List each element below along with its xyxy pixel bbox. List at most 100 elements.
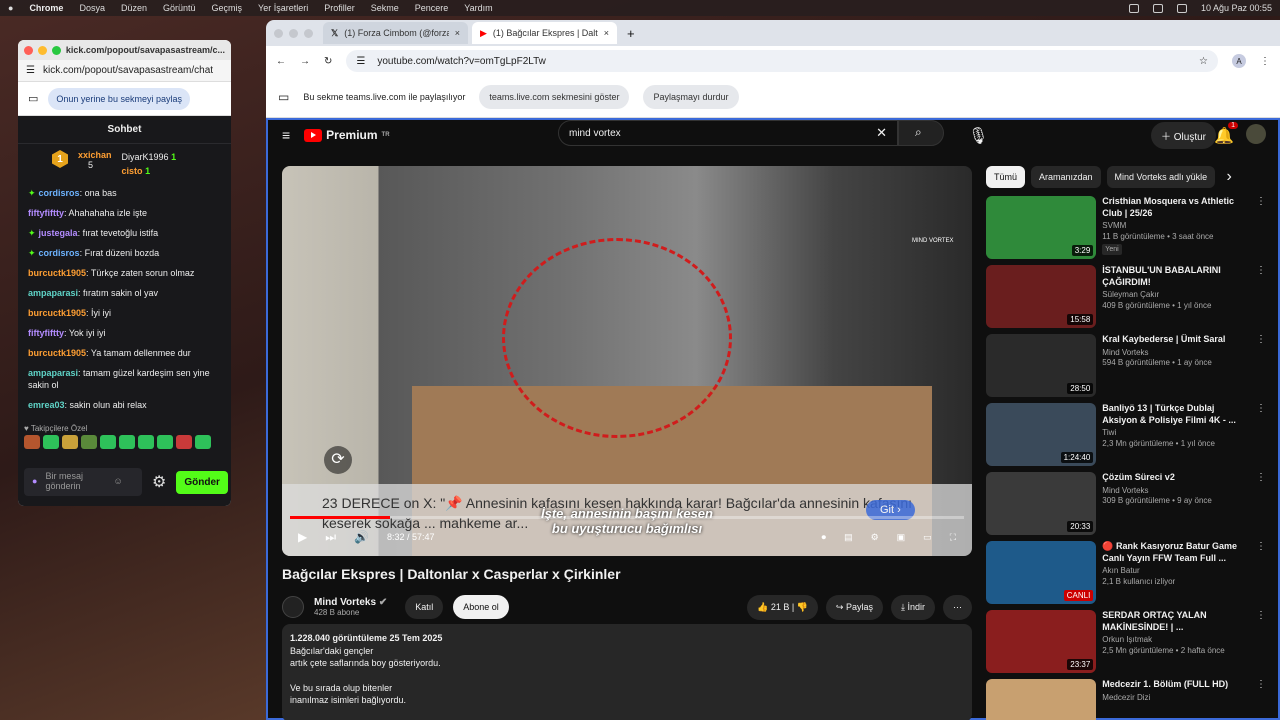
- play-icon[interactable]: ▶: [298, 530, 307, 544]
- menu-bookmarks[interactable]: Yer İşaretleri: [258, 3, 308, 13]
- leader-user2[interactable]: DiyarK1996: [122, 152, 169, 162]
- chat-username[interactable]: justegala: [39, 228, 78, 238]
- channel-name[interactable]: Mind Vorteks ✔: [314, 597, 387, 608]
- description-box[interactable]: 1.228.040 görüntüleme 25 Tem 2025 Bağcıl…: [282, 624, 972, 720]
- recommendation-channel[interactable]: Tiwi: [1102, 428, 1250, 438]
- menu-app-name[interactable]: Chrome: [29, 3, 63, 13]
- video-player[interactable]: MIND VORTEX ⟳ 23 DERECE on X: "📌 Annesin…: [282, 166, 972, 556]
- join-button[interactable]: Katıl: [405, 595, 444, 619]
- recommendation-channel[interactable]: SVMM: [1102, 221, 1250, 231]
- recommendation-item[interactable]: 23:37 SERDAR ORTAÇ YALAN MAKİNESİNDE! | …: [986, 610, 1266, 675]
- chat-username[interactable]: burcuctk1905: [28, 348, 86, 358]
- more-options-icon[interactable]: ⋮: [1256, 196, 1266, 261]
- hamburger-icon[interactable]: ≡: [282, 127, 290, 143]
- chat-settings-icon[interactable]: ⚙: [152, 472, 166, 492]
- wifi-icon[interactable]: [1152, 3, 1163, 13]
- menu-profiles[interactable]: Profiller: [324, 3, 355, 13]
- recommendation-item[interactable]: 15:58 İSTANBUL'UN BABALARINI ÇAĞIRDIM! Sü…: [986, 265, 1266, 330]
- download-button[interactable]: ⤓ İndir: [890, 594, 935, 620]
- chat-username[interactable]: ampaparasi: [28, 368, 78, 378]
- menu-history[interactable]: Geçmiş: [212, 3, 243, 13]
- share-button[interactable]: ↪ Paylaş: [825, 594, 883, 620]
- chip-from-search[interactable]: Aramanızdan: [1031, 166, 1101, 188]
- emote-icon[interactable]: [100, 434, 116, 449]
- settings-icon[interactable]: ⚙: [871, 532, 879, 543]
- video-thumbnail[interactable]: 1:24:40: [986, 403, 1097, 466]
- subtitles-icon[interactable]: ▤: [844, 532, 853, 543]
- site-settings-icon[interactable]: ☰: [26, 65, 35, 76]
- chat-username[interactable]: burcuctk1905: [28, 268, 86, 278]
- new-tab-icon[interactable]: +: [627, 26, 635, 41]
- tab-youtube[interactable]: ▶ (1) Bağcılar Ekspres | Dalt... ×: [472, 22, 617, 44]
- chat-username[interactable]: emrea03: [28, 400, 65, 410]
- emote-icon[interactable]: [157, 434, 173, 449]
- bookmark-star-icon[interactable]: ☆: [1199, 56, 1208, 67]
- account-avatar[interactable]: [1246, 124, 1266, 144]
- chat-username[interactable]: cordisros: [39, 188, 80, 198]
- menu-view[interactable]: Görüntü: [163, 3, 196, 13]
- popup-address-bar[interactable]: ☰ kick.com/popout/savapasastream/chat: [18, 60, 231, 82]
- recommendation-item[interactable]: CANLI 🔴 Rank Kasıyoruz Batur Game Canlı …: [986, 541, 1266, 606]
- profile-avatar[interactable]: A: [1232, 54, 1246, 68]
- video-thumbnail[interactable]: 28:50: [986, 334, 1097, 397]
- clock[interactable]: 10 Ağu Paz 00:55: [1201, 3, 1272, 13]
- tab-forza[interactable]: 𝕏 (1) Forza Cimbom (@forzacim... ×: [323, 22, 468, 44]
- more-options-icon[interactable]: ⋮: [1256, 265, 1266, 330]
- subscribe-button[interactable]: Abone ol: [453, 595, 509, 619]
- emote-icon[interactable]: [119, 434, 135, 449]
- show-teams-tab-button[interactable]: teams.live.com sekmesini göster: [479, 84, 630, 109]
- video-thumbnail[interactable]: 3:29: [986, 196, 1097, 259]
- battery-icon[interactable]: [1176, 3, 1187, 13]
- address-bar[interactable]: ☰ youtube.com/watch?v=omTgLpF2LTw ☆: [346, 50, 1218, 72]
- close-window-icon[interactable]: [274, 28, 283, 38]
- recommendation-item[interactable]: Medcezir 1. Bölüm (FULL HD) Medcezir Dizi…: [986, 679, 1266, 720]
- emote-icon[interactable]: [195, 434, 211, 449]
- chip-channel-uploads[interactable]: Mind Vorteks adlı yükle: [1106, 166, 1215, 188]
- recommendation-channel[interactable]: Mind Vorteks: [1102, 486, 1250, 496]
- share-this-tab-button[interactable]: Onun yerine bu sekmeyi paylaş: [48, 87, 190, 110]
- video-thumbnail[interactable]: [986, 679, 1097, 720]
- minimize-window-icon[interactable]: [37, 45, 47, 55]
- send-button[interactable]: Gönder: [176, 470, 228, 494]
- recommendation-channel[interactable]: Akın Batur: [1102, 566, 1250, 576]
- emote-icon[interactable]: [176, 434, 192, 449]
- channel-avatar[interactable]: [282, 596, 304, 618]
- recommendation-channel[interactable]: Medcezir Dizi: [1102, 693, 1250, 703]
- recommendation-item[interactable]: 1:24:40 Banliyö 13 | Türkçe Dublaj Aksiy…: [986, 403, 1266, 468]
- recommendation-channel[interactable]: Mind Vorteks: [1102, 348, 1250, 358]
- maximize-window-icon[interactable]: [304, 28, 313, 38]
- more-actions-button[interactable]: ⋯: [943, 594, 972, 620]
- search-button[interactable]: ⌕: [898, 120, 944, 146]
- recommendation-channel[interactable]: Süleyman Çakır: [1102, 290, 1250, 300]
- emote-icon[interactable]: [81, 434, 97, 449]
- recommendation-title[interactable]: Kral Kaybederse | Ümit Saral: [1102, 334, 1250, 346]
- microphone-icon[interactable]: ●: [32, 476, 37, 487]
- leader-user3[interactable]: cisto: [122, 166, 143, 176]
- stop-sharing-button[interactable]: Paylaşmayı durdur: [643, 84, 739, 109]
- more-options-icon[interactable]: ⋮: [1256, 610, 1266, 675]
- autoplay-toggle[interactable]: ⏺: [822, 532, 827, 543]
- chevron-right-icon[interactable]: ›: [1227, 168, 1232, 186]
- chat-username[interactable]: fiftyfiftty: [28, 208, 64, 218]
- tab-close-icon[interactable]: ×: [604, 28, 609, 38]
- recommendation-title[interactable]: SERDAR ORTAÇ YALAN MAKİNESİNDE! | ...: [1102, 610, 1250, 633]
- chat-username[interactable]: cordisros: [39, 248, 80, 258]
- rotate-icon[interactable]: ⟳: [324, 446, 352, 474]
- like-button[interactable]: 👍 21 B | 👎: [747, 594, 818, 620]
- recommendation-title[interactable]: Çözüm Süreci v2: [1102, 472, 1250, 484]
- theater-icon[interactable]: ▭: [923, 532, 932, 543]
- miniplayer-icon[interactable]: ▣: [897, 532, 906, 543]
- create-button[interactable]: ＋ Oluştur: [1150, 122, 1216, 149]
- back-icon[interactable]: ←: [276, 56, 286, 67]
- video-thumbnail[interactable]: 20:33: [986, 472, 1097, 535]
- leader-name[interactable]: xxichan: [78, 150, 112, 160]
- voice-search-icon[interactable]: 🎙: [968, 126, 988, 146]
- video-thumbnail[interactable]: CANLI: [986, 541, 1097, 604]
- chat-username[interactable]: fiftyfiftty: [28, 328, 64, 338]
- emote-icon[interactable]: [24, 434, 40, 449]
- recommendation-channel[interactable]: Orkun Işıtmak: [1102, 635, 1250, 645]
- menu-file[interactable]: Dosya: [79, 3, 105, 13]
- emote-icon[interactable]: [138, 434, 154, 449]
- menu-window[interactable]: Pencere: [415, 3, 449, 13]
- chat-message-input[interactable]: ● Bir mesaj gönderin ☺: [24, 468, 142, 496]
